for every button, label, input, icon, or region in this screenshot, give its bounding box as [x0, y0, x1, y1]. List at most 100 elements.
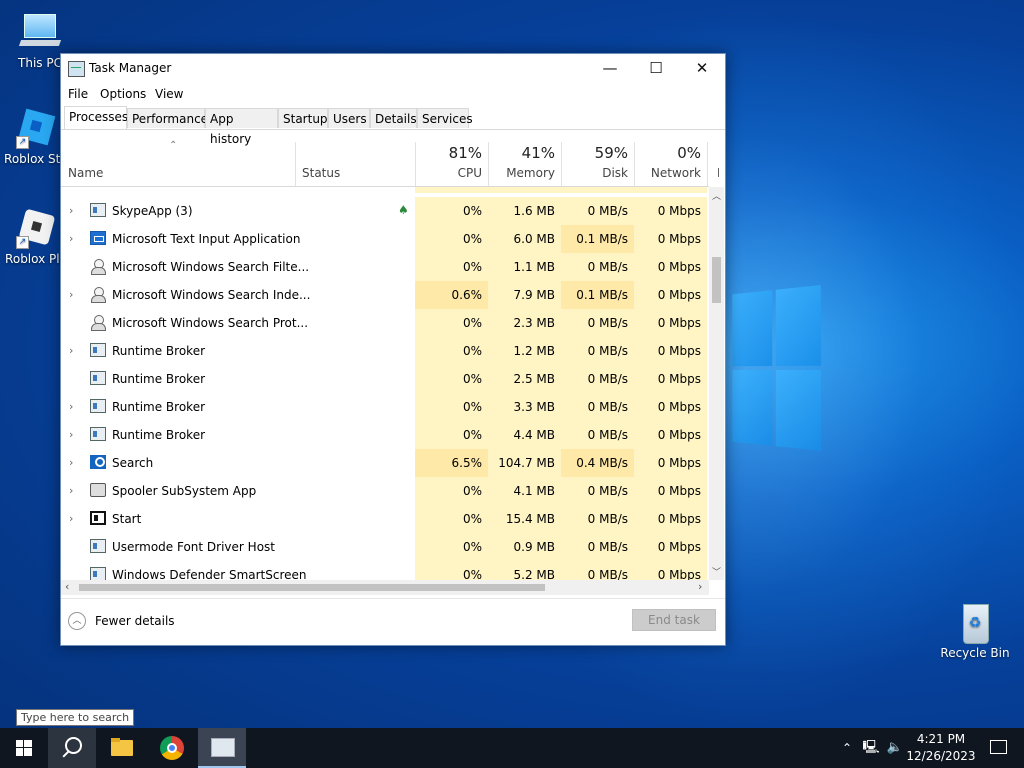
- column-header-name[interactable]: ⌃ Name: [61, 140, 295, 186]
- table-row[interactable]: › Search 6.5% 104.7 MB 0.4 MB/s 0 Mbps: [61, 449, 709, 477]
- table-row[interactable]: › Runtime Broker 0% 4.4 MB 0 MB/s 0 Mbps: [61, 421, 709, 449]
- table-row[interactable]: › Microsoft Text Input Application 0% 6.0 M…: [61, 225, 709, 253]
- chevron-right-icon[interactable]: ›: [69, 484, 79, 497]
- table-row[interactable]: › SkypeApp (3) ♠ 0% 1.6 MB 0 MB/s 0 Mbps: [61, 197, 709, 225]
- column-header-network[interactable]: 0% Network: [634, 142, 707, 186]
- cpu-cell: 0%: [415, 253, 488, 281]
- vertical-scrollbar[interactable]: ︿ ﹀: [709, 187, 724, 580]
- minimize-button[interactable]: —: [587, 54, 633, 84]
- task-manager-window: Task Manager — ☐ ✕ File Options View Pro…: [60, 53, 726, 646]
- horizontal-scroll-thumb[interactable]: [79, 584, 545, 591]
- tab-processes[interactable]: Processes: [64, 106, 128, 129]
- table-row[interactable]: Microsoft Windows Search Prot... 0% 2.3 MB…: [61, 309, 709, 337]
- scroll-left-icon[interactable]: ‹: [65, 580, 69, 593]
- column-header-memory[interactable]: 41% Memory: [488, 142, 561, 186]
- column-header-status[interactable]: Status: [295, 142, 415, 186]
- chevron-right-icon[interactable]: ›: [69, 456, 79, 469]
- disk-cell: 0 MB/s: [561, 421, 634, 449]
- menu-file[interactable]: File: [68, 87, 88, 101]
- fewer-details-button[interactable]: ︿ Fewer details: [68, 611, 178, 633]
- memory-cell: 2.3 MB: [488, 309, 561, 337]
- search-user-icon: [90, 259, 106, 275]
- horizontal-scrollbar[interactable]: ‹ ›: [61, 580, 709, 595]
- tab-app-history[interactable]: App history: [205, 108, 278, 146]
- chevron-right-icon[interactable]: ›: [69, 288, 79, 301]
- column-header-cpu[interactable]: 81% CPU: [415, 142, 488, 186]
- table-row[interactable]: Runtime Broker 0% 2.5 MB 0 MB/s 0 Mbps: [61, 365, 709, 393]
- file-explorer-button[interactable]: [98, 728, 146, 768]
- chevron-right-icon[interactable]: ›: [69, 428, 79, 441]
- chevron-right-icon[interactable]: ›: [69, 204, 79, 217]
- scroll-right-icon[interactable]: ›: [698, 580, 702, 593]
- network-cell: 0 Mbps: [634, 309, 707, 337]
- column-header-power[interactable]: P: [707, 142, 719, 186]
- network-cell: 0 Mbps: [634, 533, 707, 561]
- table-row[interactable]: › Microsoft Windows Search Inde... 0.6% 7.9…: [61, 281, 709, 309]
- menu-view[interactable]: View: [155, 87, 183, 101]
- table-row[interactable]: › Start 0% 15.4 MB 0 MB/s 0 Mbps: [61, 505, 709, 533]
- scroll-up-icon[interactable]: ︿: [712, 189, 721, 202]
- memory-cell: 5.2 MB: [488, 561, 561, 580]
- column-header-disk[interactable]: 59% Disk: [561, 142, 634, 186]
- network-total-percent: 0%: [677, 144, 701, 162]
- table-row[interactable]: › Runtime Broker 0% 1.2 MB 0 MB/s 0 Mbps: [61, 337, 709, 365]
- process-name: Microsoft Windows Search Inde...: [112, 288, 311, 302]
- tab-startup[interactable]: Startup: [278, 108, 328, 128]
- cpu-cell: 0%: [415, 477, 488, 505]
- network-icon[interactable]: 🖳: [860, 728, 882, 768]
- menu-options[interactable]: Options: [100, 87, 146, 101]
- table-row[interactable]: Windows Defender SmartScreen 0% 5.2 MB 0 MB…: [61, 561, 709, 580]
- chevron-right-icon[interactable]: ›: [69, 400, 79, 413]
- tab-performance[interactable]: Performance: [127, 108, 208, 128]
- start-button[interactable]: [0, 728, 48, 768]
- cpu-cell: 0%: [415, 561, 488, 580]
- search-tooltip: Type here to search: [16, 709, 135, 726]
- network-cell: 0 Mbps: [634, 477, 707, 505]
- cpu-cell: 0%: [415, 337, 488, 365]
- show-hidden-icons-button[interactable]: ⌃: [838, 728, 856, 768]
- memory-cell: 15.4 MB: [488, 505, 561, 533]
- cpu-cell: 0%: [415, 225, 488, 253]
- chevron-right-icon[interactable]: ›: [69, 512, 79, 525]
- footer-bar: ︿ Fewer details End task: [61, 598, 725, 646]
- memory-cell: 7.9 MB: [488, 281, 561, 309]
- scroll-down-icon[interactable]: ﹀: [712, 565, 721, 578]
- desktop-icon-recycle-bin[interactable]: ♻ Recycle Bin: [937, 600, 1013, 660]
- cpu-cell: 0%: [415, 197, 488, 225]
- disk-cell: 0 MB/s: [561, 393, 634, 421]
- chrome-button[interactable]: [148, 728, 196, 768]
- title-bar[interactable]: Task Manager — ☐ ✕: [61, 54, 725, 84]
- search-button[interactable]: [48, 728, 96, 768]
- volume-muted-icon[interactable]: 🔈: [884, 728, 906, 768]
- maximize-button[interactable]: ☐: [633, 54, 679, 84]
- cpu-cell: 0%: [415, 533, 488, 561]
- memory-cell: 1.2 MB: [488, 337, 561, 365]
- clock[interactable]: 4:21 PM 12/26/2023: [906, 728, 976, 768]
- chevron-right-icon[interactable]: ›: [69, 232, 79, 245]
- chevron-right-icon[interactable]: ›: [69, 344, 79, 357]
- window-icon: [90, 343, 106, 357]
- end-task-button[interactable]: End task: [632, 609, 716, 631]
- tab-users[interactable]: Users: [328, 108, 370, 128]
- close-button[interactable]: ✕: [679, 54, 725, 84]
- table-row[interactable]: Microsoft Windows Search Filte... 0% 1.1 M…: [61, 253, 709, 281]
- folder-icon: [111, 740, 133, 756]
- table-row[interactable]: › Spooler SubSystem App 0% 4.1 MB 0 MB/s 0 Mb…: [61, 477, 709, 505]
- computer-icon: [18, 10, 62, 54]
- table-row[interactable]: › Runtime Broker 0% 3.3 MB 0 MB/s 0 Mbps: [61, 393, 709, 421]
- table-row[interactable]: Usermode Font Driver Host 0% 0.9 MB 0 MB/s 0…: [61, 533, 709, 561]
- network-cell: 0 Mbps: [634, 281, 707, 309]
- disk-cell: 0 MB/s: [561, 365, 634, 393]
- tab-services[interactable]: Services: [417, 108, 473, 128]
- recycle-bin-icon: ♻: [953, 600, 997, 644]
- vertical-scroll-thumb[interactable]: [712, 257, 721, 303]
- memory-cell: 104.7 MB: [488, 449, 561, 477]
- window-icon: [90, 567, 106, 580]
- disk-cell: 0 MB/s: [561, 309, 634, 337]
- column-header-row: ⌃ Name Status 81% CPU 41% Memory 59% Dis…: [61, 140, 719, 187]
- memory-cell: 4.4 MB: [488, 421, 561, 449]
- task-manager-taskbar-button[interactable]: [198, 728, 246, 768]
- tab-details[interactable]: Details: [370, 108, 417, 128]
- network-cell: 0 Mbps: [634, 365, 707, 393]
- notifications-button[interactable]: [978, 728, 1018, 768]
